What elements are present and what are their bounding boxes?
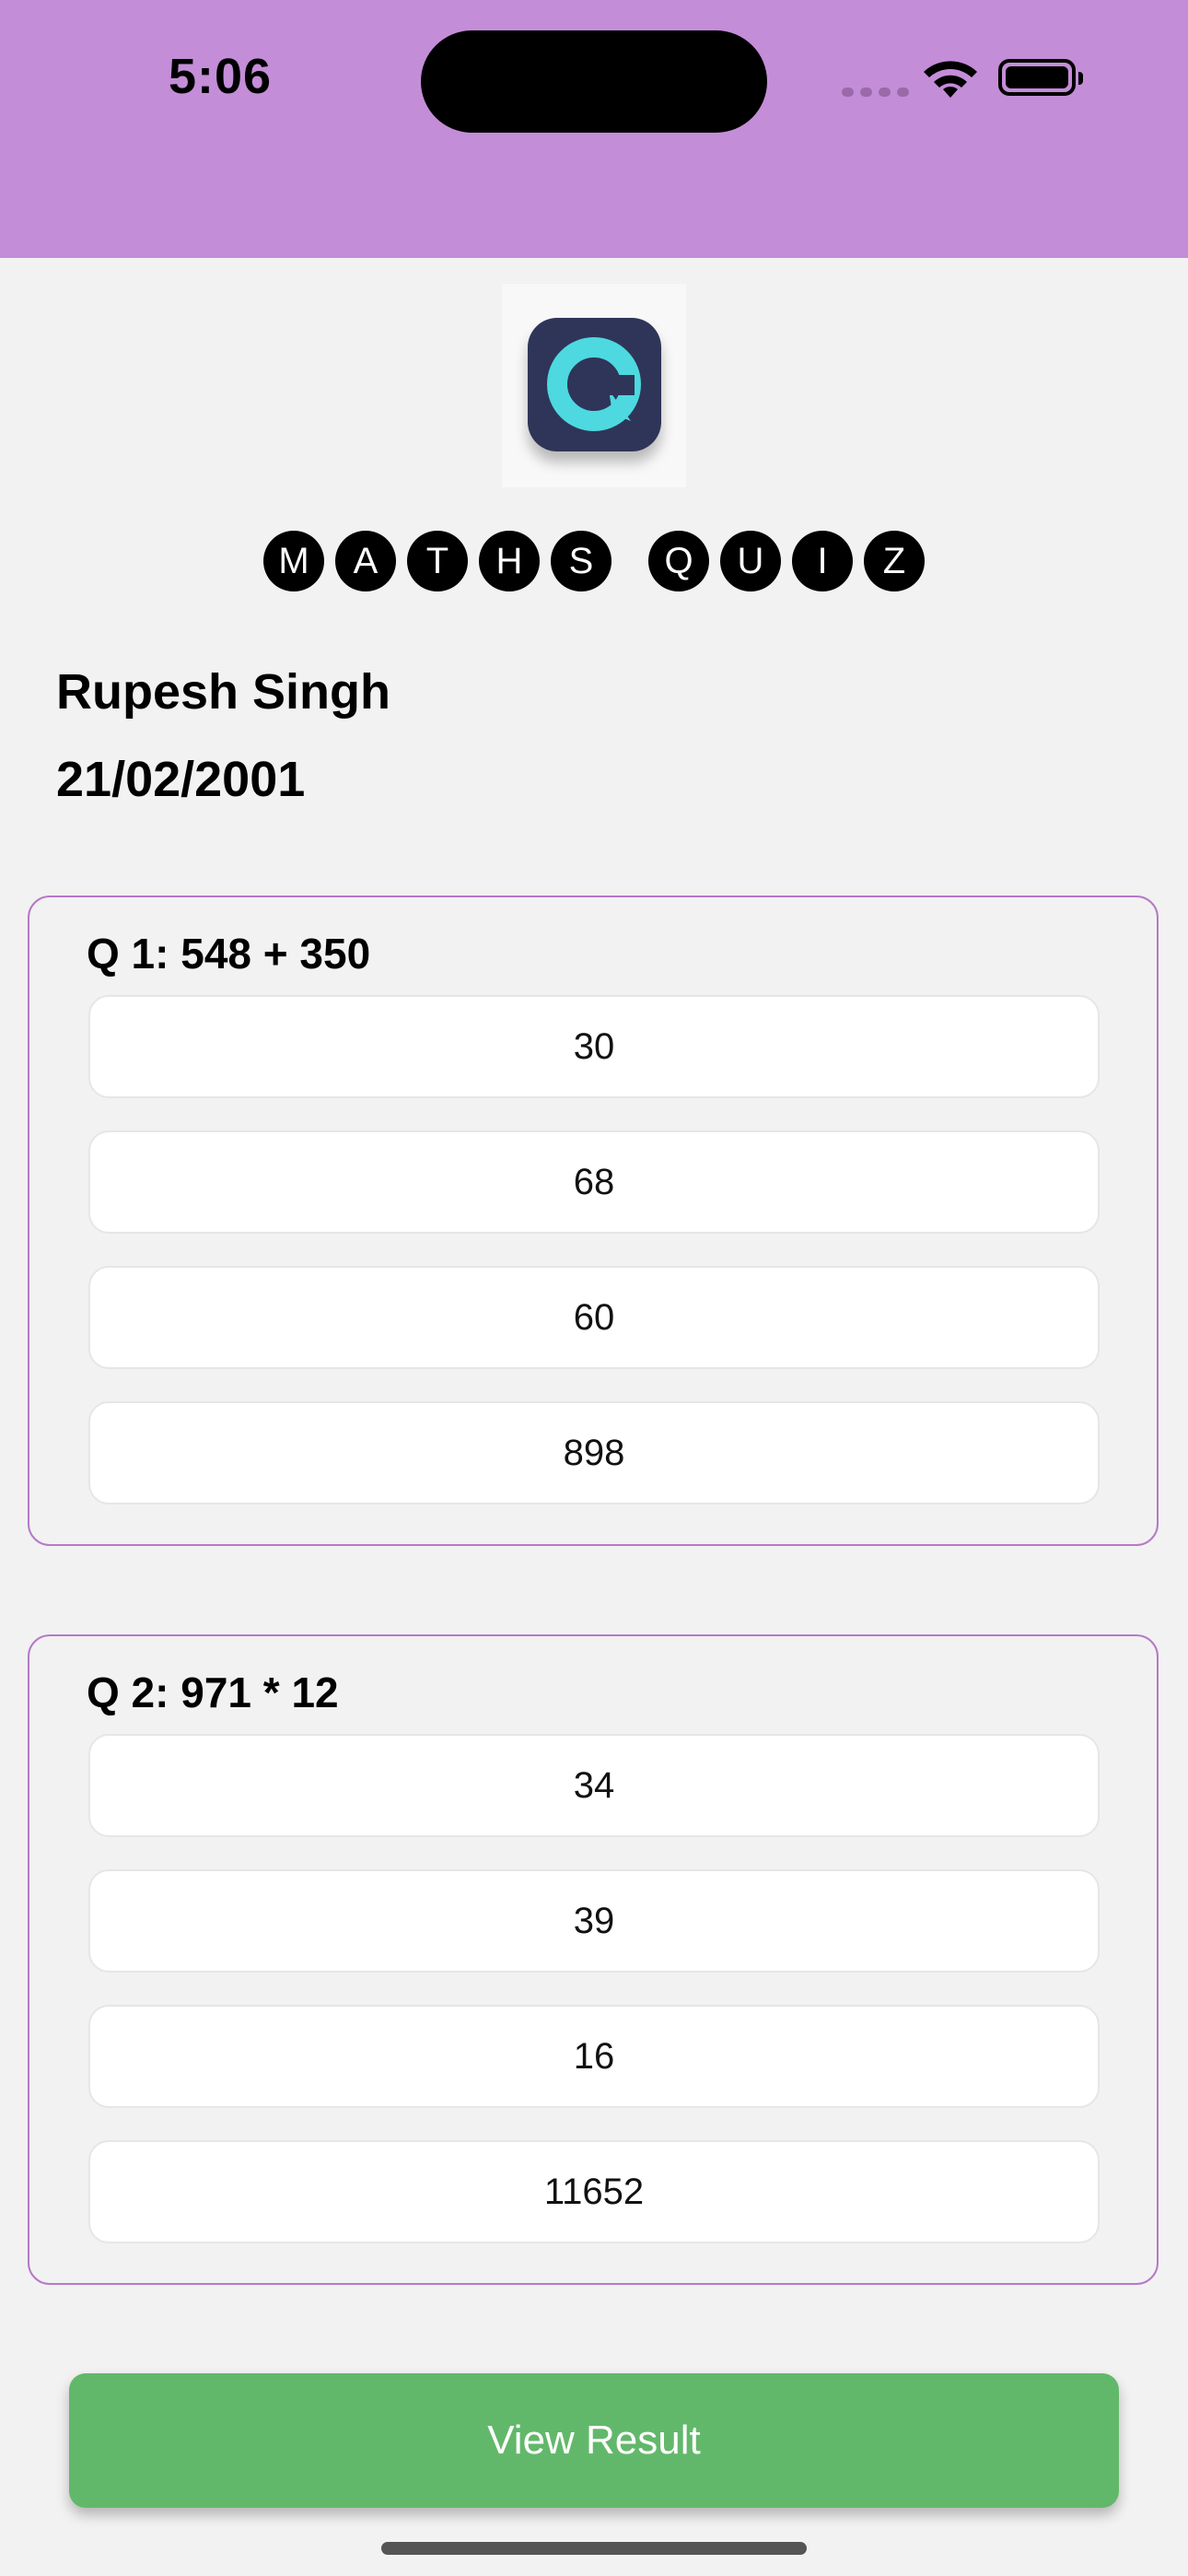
title-letter: T	[407, 531, 468, 591]
user-dob: 21/02/2001	[56, 752, 306, 807]
title-letter: A	[335, 531, 396, 591]
answer-option[interactable]: 11652	[88, 2140, 1100, 2243]
answer-option[interactable]: 39	[88, 1869, 1100, 1973]
answer-option[interactable]: 34	[88, 1734, 1100, 1837]
question-card-2: Q 2: 971 * 12 34 39 16 11652	[28, 1634, 1159, 2285]
battery-icon	[998, 59, 1083, 96]
answer-option[interactable]: 68	[88, 1130, 1100, 1234]
status-time: 5:06	[169, 49, 273, 104]
title-letter: I	[792, 531, 853, 591]
cellular-signal-icon	[842, 88, 909, 97]
title-letter: Z	[864, 531, 925, 591]
title-spacer	[623, 531, 637, 591]
answer-option[interactable]: 30	[88, 995, 1100, 1098]
user-name: Rupesh Singh	[56, 664, 390, 720]
question-text: Q 2: 971 * 12	[87, 1669, 339, 1716]
title-letter: S	[551, 531, 611, 591]
answer-option[interactable]: 60	[88, 1266, 1100, 1369]
home-indicator	[381, 2542, 807, 2555]
status-bar: 5:06	[0, 0, 1188, 258]
app-title: M A T H S Q U I Z	[0, 531, 1188, 591]
dynamic-island	[421, 30, 767, 133]
app-logo-frame	[502, 284, 686, 487]
title-letter: H	[479, 531, 540, 591]
title-letter: M	[263, 531, 324, 591]
quiz-logo-icon	[528, 318, 661, 451]
answer-option[interactable]: 898	[88, 1401, 1100, 1505]
title-letter: U	[720, 531, 781, 591]
question-card-1: Q 1: 548 + 350 30 68 60 898	[28, 896, 1159, 1546]
question-text: Q 1: 548 + 350	[87, 930, 371, 978]
title-letter: Q	[648, 531, 709, 591]
wifi-icon	[921, 57, 980, 106]
answer-option[interactable]: 16	[88, 2005, 1100, 2108]
view-result-button[interactable]: View Result	[69, 2373, 1119, 2508]
